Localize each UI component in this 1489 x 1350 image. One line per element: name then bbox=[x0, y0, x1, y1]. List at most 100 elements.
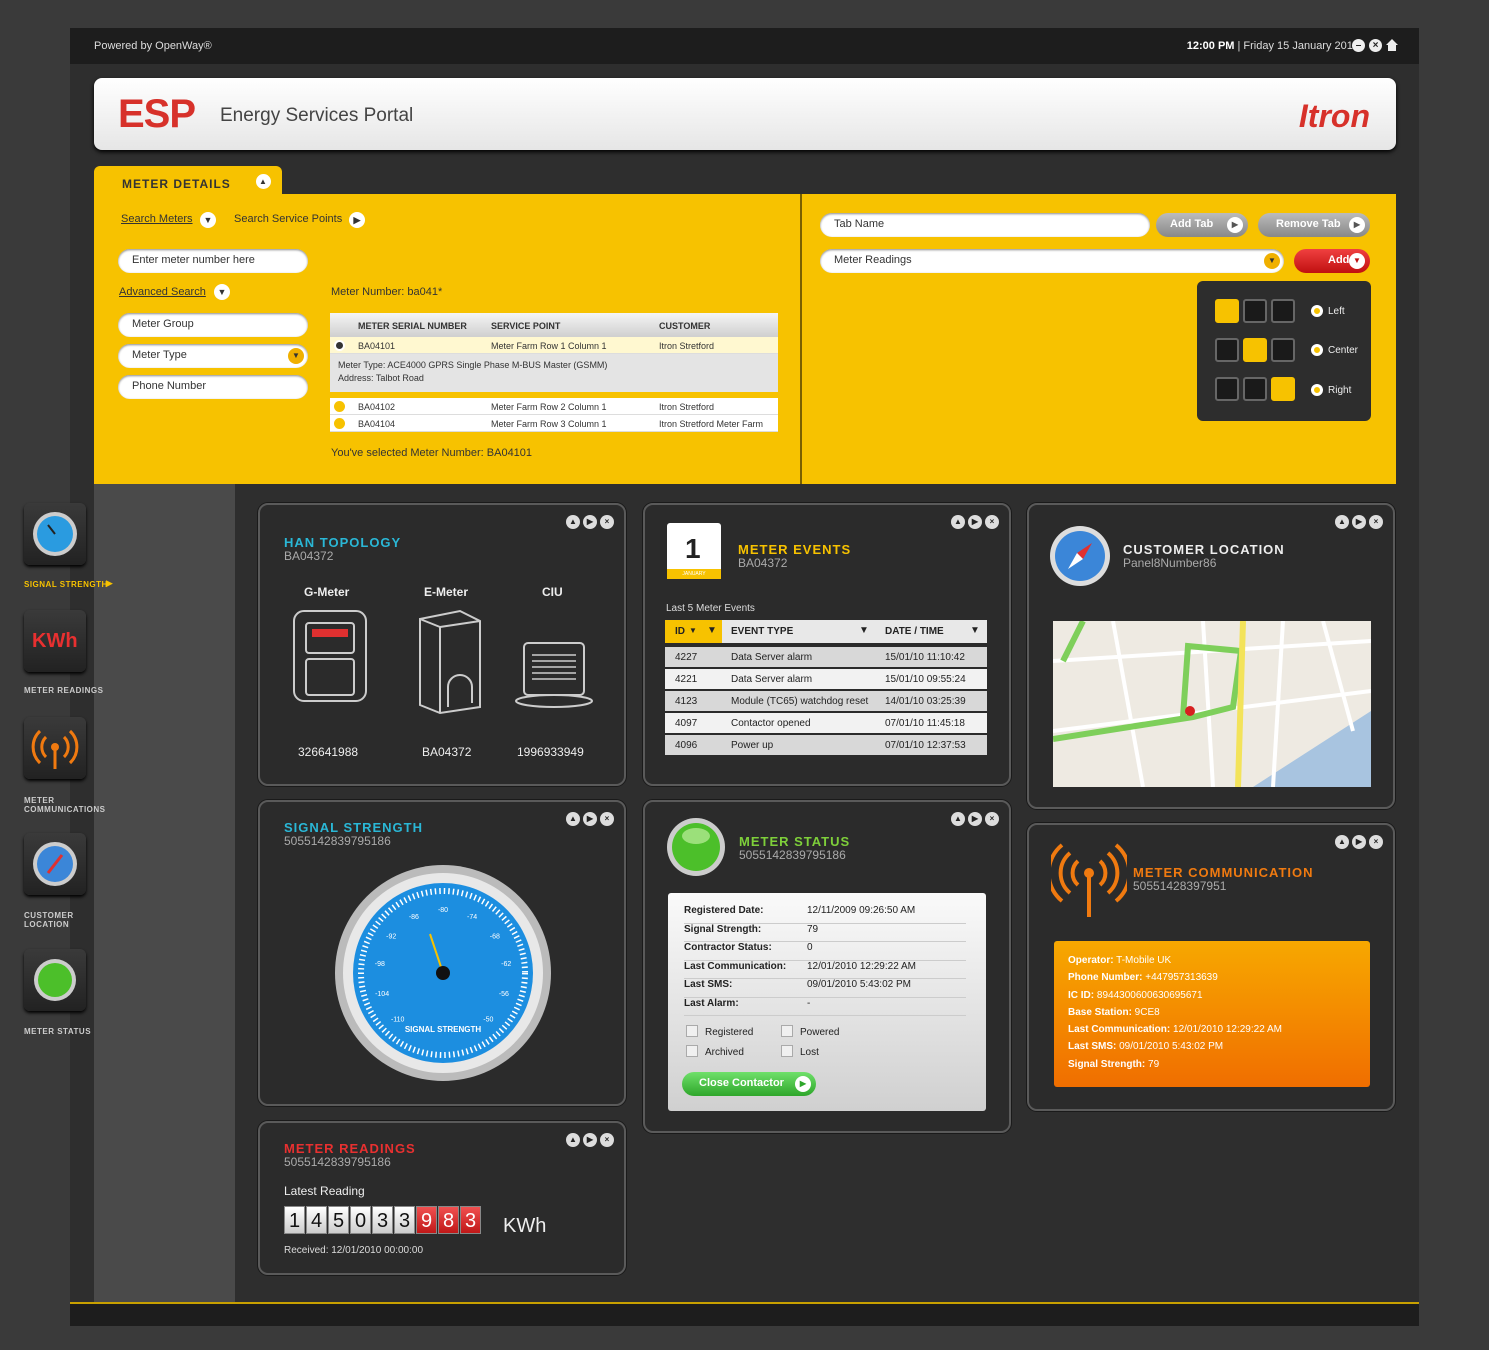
expand-icon[interactable]: ▶ bbox=[583, 1133, 597, 1147]
close-contactor-label: Close Contactor bbox=[699, 1077, 784, 1089]
collapse-icon[interactable]: ▲ bbox=[951, 812, 965, 826]
chevron-right-icon[interactable]: ▶ bbox=[349, 212, 365, 228]
cell: 07/01/10 11:45:18 bbox=[885, 718, 965, 729]
sidebar-item-meter-communications[interactable] bbox=[24, 717, 86, 779]
collapse-icon[interactable]: ▲ bbox=[951, 515, 965, 529]
meter-type-select[interactable]: Meter Type ▼ bbox=[118, 344, 308, 368]
expand-icon[interactable]: ▶ bbox=[1352, 515, 1366, 529]
home-icon[interactable] bbox=[1385, 38, 1399, 52]
search-meters-link[interactable]: Search Meters bbox=[121, 213, 193, 225]
sidebar-item-signal-strength[interactable] bbox=[24, 503, 86, 565]
meter-group-field[interactable]: Meter Group bbox=[118, 313, 308, 337]
expand-icon[interactable]: ▶ bbox=[583, 812, 597, 826]
add-button[interactable]: Add ▼ bbox=[1294, 249, 1370, 273]
collapse-icon[interactable]: ▲ bbox=[566, 515, 580, 529]
panel-id: 5055142839795186 bbox=[739, 848, 846, 862]
collapse-icon[interactable]: ▲ bbox=[1335, 835, 1349, 849]
chevron-down-icon[interactable]: ▼ bbox=[1264, 253, 1280, 269]
tab-meter-details[interactable]: METER DETAILS ▲ bbox=[94, 166, 282, 196]
minimize-icon[interactable]: – bbox=[1352, 39, 1365, 52]
layout-box[interactable] bbox=[1215, 377, 1239, 401]
chevron-down-icon[interactable]: ▼ bbox=[214, 284, 230, 300]
table-row[interactable]: 4221 Data Server alarm 15/01/10 09:55:24 bbox=[665, 669, 987, 691]
table-row[interactable]: 4123 Module (TC65) watchdog reset 14/01/10… bbox=[665, 691, 987, 713]
close-icon[interactable]: × bbox=[985, 515, 999, 529]
table-row[interactable]: BA04104 Meter Farm Row 3 Column 1 Itron … bbox=[330, 415, 778, 432]
odometer: 1 4 5 0 3 3 9 8 3 bbox=[284, 1206, 481, 1234]
expand-icon[interactable]: ▶ bbox=[583, 515, 597, 529]
layout-box[interactable] bbox=[1215, 338, 1239, 362]
radio-selected-icon[interactable] bbox=[334, 340, 345, 351]
sidebar-label: METER STATUS bbox=[24, 1027, 92, 1036]
phone-number-field[interactable]: Phone Number bbox=[118, 375, 308, 399]
chevron-down-icon[interactable]: ▼ bbox=[200, 212, 216, 228]
close-icon[interactable]: × bbox=[600, 515, 614, 529]
radio-icon[interactable] bbox=[334, 401, 345, 412]
close-icon[interactable]: × bbox=[1369, 835, 1383, 849]
align-center-radio[interactable] bbox=[1311, 344, 1323, 356]
ciu-device-icon bbox=[515, 642, 593, 708]
search-service-points-link[interactable]: Search Service Points bbox=[234, 213, 342, 225]
remove-tab-button[interactable]: Remove Tab ▶ bbox=[1258, 213, 1370, 237]
compass-icon bbox=[33, 842, 77, 886]
collapse-icon[interactable]: ▲ bbox=[256, 174, 271, 189]
digit: 0 bbox=[350, 1206, 371, 1234]
sidebar-item-meter-readings[interactable]: KWh bbox=[24, 610, 86, 672]
filter-icon[interactable]: ▼ bbox=[707, 625, 717, 636]
close-icon[interactable]: × bbox=[600, 812, 614, 826]
expand-icon[interactable]: ▶ bbox=[968, 515, 982, 529]
layout-box[interactable] bbox=[1271, 299, 1295, 323]
layout-box[interactable] bbox=[1271, 377, 1295, 401]
status-details: Registered Date: 12/11/2009 09:26:50 AM S… bbox=[668, 893, 986, 1111]
map[interactable] bbox=[1053, 621, 1371, 787]
layout-box[interactable] bbox=[1243, 299, 1267, 323]
sidebar-label: CUSTOMER LOCATION bbox=[24, 911, 74, 929]
align-right-radio[interactable] bbox=[1311, 384, 1323, 396]
meter-number-input[interactable]: Enter meter number here bbox=[118, 249, 308, 273]
layout-box[interactable] bbox=[1243, 377, 1267, 401]
layout-box[interactable] bbox=[1271, 338, 1295, 362]
expand-icon[interactable]: ▶ bbox=[1352, 835, 1366, 849]
tab-name-input[interactable]: Tab Name bbox=[820, 213, 1150, 237]
digit: 8 bbox=[438, 1206, 459, 1234]
add-tab-button[interactable]: Add Tab ▶ bbox=[1156, 213, 1248, 237]
filter-icon[interactable]: ▼ bbox=[859, 625, 869, 636]
close-icon[interactable]: × bbox=[1369, 515, 1383, 529]
lost-checkbox[interactable] bbox=[781, 1045, 793, 1057]
filter-icon[interactable]: ▼ bbox=[970, 625, 980, 636]
status-label: Signal Strength: bbox=[684, 923, 762, 935]
cell: Module (TC65) watchdog reset bbox=[731, 696, 869, 707]
registered-checkbox[interactable] bbox=[686, 1025, 698, 1037]
panel-controls: ▲ ▶ × bbox=[566, 1133, 614, 1147]
close-icon[interactable]: × bbox=[985, 812, 999, 826]
align-left-radio[interactable] bbox=[1311, 305, 1323, 317]
widget-select[interactable]: Meter Readings ▼ bbox=[820, 249, 1284, 273]
layout-box[interactable] bbox=[1215, 299, 1239, 323]
layout-box[interactable] bbox=[1243, 338, 1267, 362]
table-row[interactable]: BA04101 Meter Farm Row 1 Column 1 Itron … bbox=[330, 337, 778, 354]
close-icon[interactable]: × bbox=[600, 1133, 614, 1147]
panel-id: 5055142839795186 bbox=[284, 1155, 391, 1169]
table-row[interactable]: 4097 Contactor opened 07/01/10 11:45:18 bbox=[665, 713, 987, 735]
table-row[interactable]: BA04102 Meter Farm Row 2 Column 1 Itron … bbox=[330, 398, 778, 415]
sidebar-item-meter-status[interactable] bbox=[24, 949, 86, 1011]
collapse-icon[interactable]: ▲ bbox=[566, 1133, 580, 1147]
digit: 4 bbox=[306, 1206, 327, 1234]
close-contactor-button[interactable]: Close Contactor ▶ bbox=[682, 1072, 816, 1096]
comm-value: T-Mobile UK bbox=[1113, 955, 1172, 966]
panel-title: CUSTOMER LOCATION bbox=[1123, 542, 1285, 557]
collapse-icon[interactable]: ▲ bbox=[566, 812, 580, 826]
powered-checkbox[interactable] bbox=[781, 1025, 793, 1037]
archived-checkbox[interactable] bbox=[686, 1045, 698, 1057]
table-row[interactable]: 4096 Power up 07/01/10 12:37:53 bbox=[665, 735, 987, 757]
sort-icon[interactable]: ▼ bbox=[689, 626, 697, 635]
checkbox-label: Powered bbox=[800, 1027, 840, 1038]
chevron-down-icon[interactable]: ▼ bbox=[288, 348, 304, 364]
advanced-search-link[interactable]: Advanced Search bbox=[119, 286, 206, 298]
collapse-icon[interactable]: ▲ bbox=[1335, 515, 1349, 529]
close-icon[interactable]: × bbox=[1369, 39, 1382, 52]
radio-icon[interactable] bbox=[334, 418, 345, 429]
expand-icon[interactable]: ▶ bbox=[968, 812, 982, 826]
table-row[interactable]: 4227 Data Server alarm 15/01/10 11:10:42 bbox=[665, 647, 987, 669]
sidebar-item-customer-location[interactable] bbox=[24, 833, 86, 895]
